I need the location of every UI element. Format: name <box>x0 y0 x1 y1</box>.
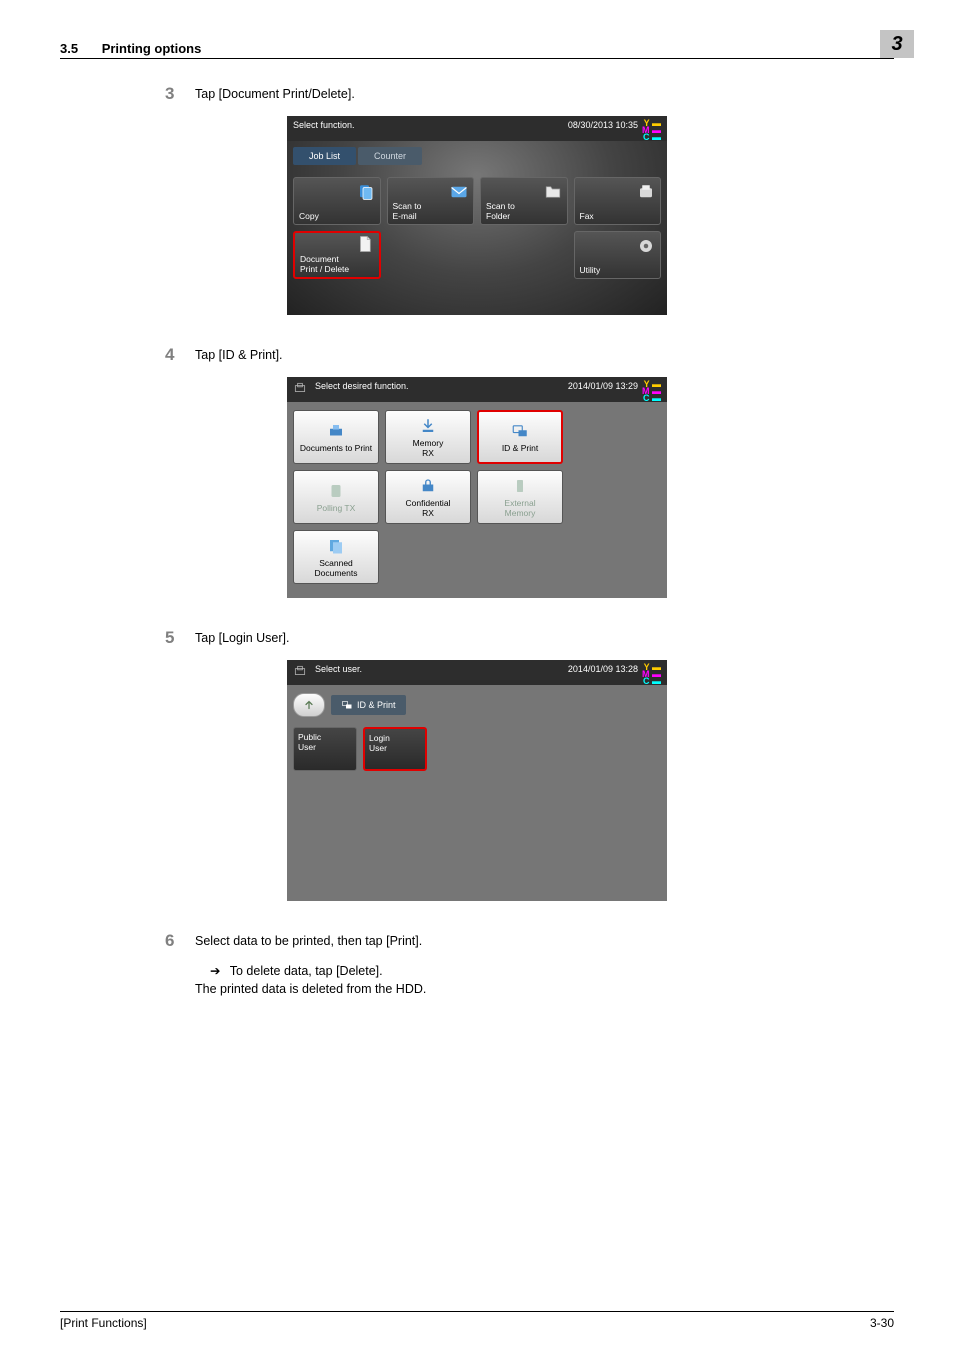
tile-scan-folder[interactable]: Scan to Folder <box>480 177 568 225</box>
id-print-icon <box>511 422 529 440</box>
tile-utility[interactable]: Utility <box>574 231 662 279</box>
footer-right: 3-30 <box>870 1316 894 1330</box>
tile-fax[interactable]: Fax <box>574 177 662 225</box>
gear-icon <box>637 237 655 255</box>
screenshot-select-desired-function: Select desired function. 2014/01/09 13:2… <box>287 377 667 598</box>
tile-scan-email[interactable]: Scan to E-mail <box>387 177 475 225</box>
step-text-3: Tap [Document Print/Delete]. <box>195 84 355 101</box>
step-number-3: 3 <box>165 84 195 104</box>
step-text-4: Tap [ID & Print]. <box>195 345 283 362</box>
polling-icon <box>327 482 345 500</box>
section-number: 3.5 <box>60 41 78 56</box>
step-text-6: Select data to be printed, then tap [Pri… <box>195 931 422 948</box>
step-6-detail-1: ➔ To delete data, tap [Delete]. <box>210 963 894 978</box>
printer-outline-icon <box>293 381 307 395</box>
copy-icon <box>357 183 375 201</box>
tile-copy[interactable]: Copy <box>293 177 381 225</box>
footer-left: [Print Functions] <box>60 1316 147 1330</box>
screenshot-select-user: Select user. 2014/01/09 13:28 Y ▬M ▬C ▬ … <box>287 660 667 901</box>
back-button[interactable] <box>293 693 325 717</box>
step-number-4: 4 <box>165 345 195 365</box>
toner-indicator: Y ▬M ▬C ▬ <box>642 664 661 685</box>
tile-document-print-delete[interactable]: Document Print / Delete <box>293 231 381 279</box>
prompt-text: Select user. <box>315 664 362 685</box>
scanned-icon <box>327 537 345 555</box>
tile-login-user[interactable]: Login User <box>363 727 427 771</box>
tab-job-list[interactable]: Job List <box>293 147 356 165</box>
printer-outline-icon <box>293 664 307 678</box>
prompt-text: Select function. <box>293 120 355 141</box>
envelope-icon <box>450 183 468 201</box>
tile-public-user[interactable]: Public User <box>293 727 357 771</box>
lock-printer-icon <box>419 477 437 495</box>
step-text-5: Tap [Login User]. <box>195 628 290 645</box>
fax-icon <box>637 183 655 201</box>
folder-icon <box>544 183 562 201</box>
timestamp: 08/30/2013 10:35 <box>568 120 638 130</box>
document-icon <box>356 235 374 253</box>
tile-external-memory[interactable]: External Memory <box>477 470 563 524</box>
step-number-6: 6 <box>165 931 195 951</box>
prompt-text: Select desired function. <box>315 381 409 402</box>
step-6-detail-2: The printed data is deleted from the HDD… <box>195 982 894 996</box>
tile-confidential-rx[interactable]: Confidential RX <box>385 470 471 524</box>
download-icon <box>419 417 437 435</box>
tile-polling-tx[interactable]: Polling TX <box>293 470 379 524</box>
tile-scanned-documents[interactable]: Scanned Documents <box>293 530 379 584</box>
printer-icon <box>327 422 345 440</box>
step-number-5: 5 <box>165 628 195 648</box>
usb-icon <box>511 477 529 495</box>
toner-indicator: Y ▬M ▬C ▬ <box>642 120 661 141</box>
up-arrow-icon <box>303 699 315 711</box>
section-title: Printing options <box>102 41 202 56</box>
timestamp: 2014/01/09 13:29 <box>568 381 638 391</box>
timestamp: 2014/01/09 13:28 <box>568 664 638 674</box>
chapter-badge: 3 <box>880 30 914 58</box>
tile-memory-rx[interactable]: Memory RX <box>385 410 471 464</box>
breadcrumb: ID & Print <box>331 695 406 715</box>
tile-id-print[interactable]: ID & Print <box>477 410 563 464</box>
arrow-icon: ➔ <box>210 964 220 978</box>
id-print-small-icon <box>341 699 353 711</box>
screenshot-select-function: Select function. 08/30/2013 10:35 Y ▬M ▬… <box>287 116 667 315</box>
tile-documents-to-print[interactable]: Documents to Print <box>293 410 379 464</box>
toner-indicator: Y ▬M ▬C ▬ <box>642 381 661 402</box>
section-heading: 3.5 Printing options <box>60 41 201 56</box>
tab-counter[interactable]: Counter <box>358 147 422 165</box>
